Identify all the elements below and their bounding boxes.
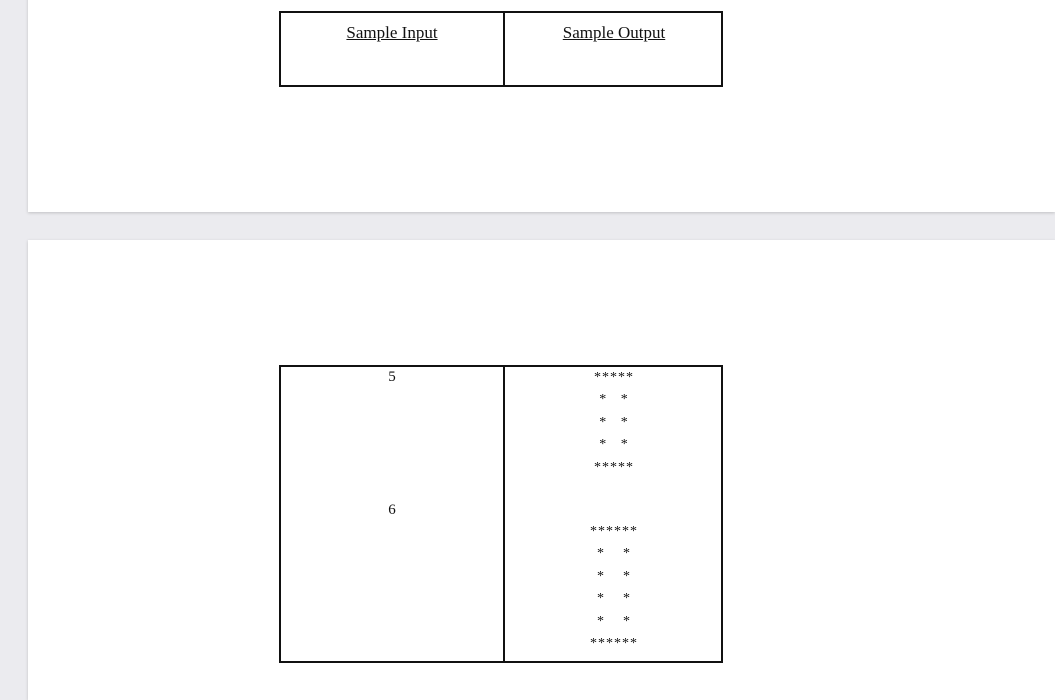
sample-table: 5 6 ***** * * * * * * ***** ****** * * *… bbox=[279, 365, 723, 663]
header-table: Sample Input Sample Output bbox=[279, 11, 723, 87]
output-line: * * bbox=[597, 591, 631, 607]
output-line: ***** bbox=[594, 370, 634, 385]
output-line: * * bbox=[597, 613, 631, 629]
output-line: * * bbox=[597, 568, 631, 584]
sample-output-2: ****** * * * * * * * * ****** bbox=[503, 521, 725, 655]
sample-input-2: 6 bbox=[388, 502, 396, 518]
output-line: * * bbox=[599, 437, 629, 453]
output-line: * * bbox=[599, 392, 629, 408]
output-line: ***** bbox=[594, 459, 634, 475]
sample-input-1: 5 bbox=[388, 369, 396, 385]
output-header: Sample Output bbox=[562, 23, 666, 42]
output-line: * * bbox=[599, 414, 629, 430]
output-line: * * bbox=[597, 546, 631, 562]
input-header: Sample Input bbox=[346, 23, 438, 42]
output-line: ****** bbox=[590, 524, 638, 539]
sample-output-1: ***** * * * * * * ***** bbox=[503, 367, 725, 479]
output-line: ****** bbox=[590, 635, 638, 651]
